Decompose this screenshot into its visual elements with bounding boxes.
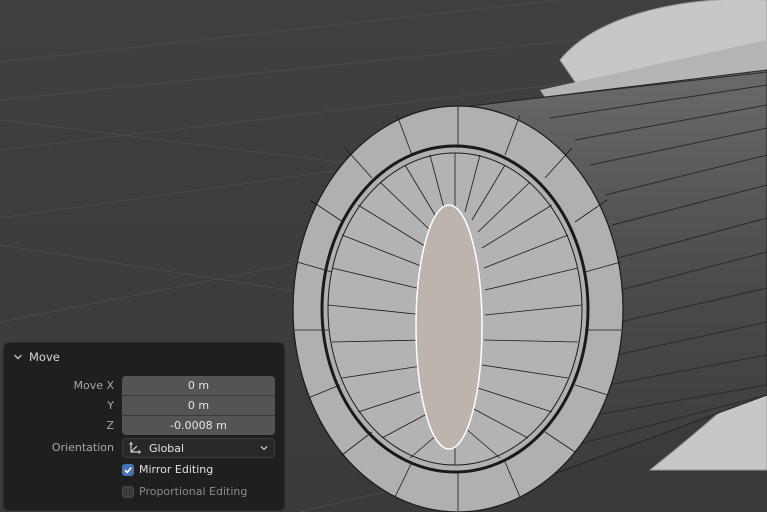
orientation-label: Orientation [51,441,114,454]
proportional-editing-checkbox[interactable] [122,485,134,498]
move-x-field[interactable]: 0 m [122,376,275,395]
proportional-editing-row[interactable]: Proportional Editing [122,485,247,498]
move-y-label: Y [107,399,114,412]
orientation-dropdown[interactable]: Global [122,438,275,458]
panel-header[interactable]: Move [13,349,60,365]
mirror-editing-checkbox[interactable] [122,463,134,476]
redo-panel-move: Move Move X 0 m Y 0 m Z -0.0008 m Orient… [4,343,284,510]
selected-center-face[interactable] [415,204,483,450]
chevron-down-icon [260,446,268,451]
chevron-down-icon [14,354,22,360]
panel-title: Move [29,350,60,364]
move-z-field[interactable]: -0.0008 m [122,416,275,435]
mirror-editing-row[interactable]: Mirror Editing [122,463,213,476]
move-z-label: Z [106,419,114,432]
move-y-field[interactable]: 0 m [122,396,275,415]
orientation-axes-icon [129,441,142,454]
mirror-editing-label: Mirror Editing [139,463,214,476]
proportional-editing-label: Proportional Editing [139,485,248,498]
move-x-label: Move X [73,379,114,392]
orientation-value: Global [149,441,185,455]
checkmark-icon [124,466,132,474]
